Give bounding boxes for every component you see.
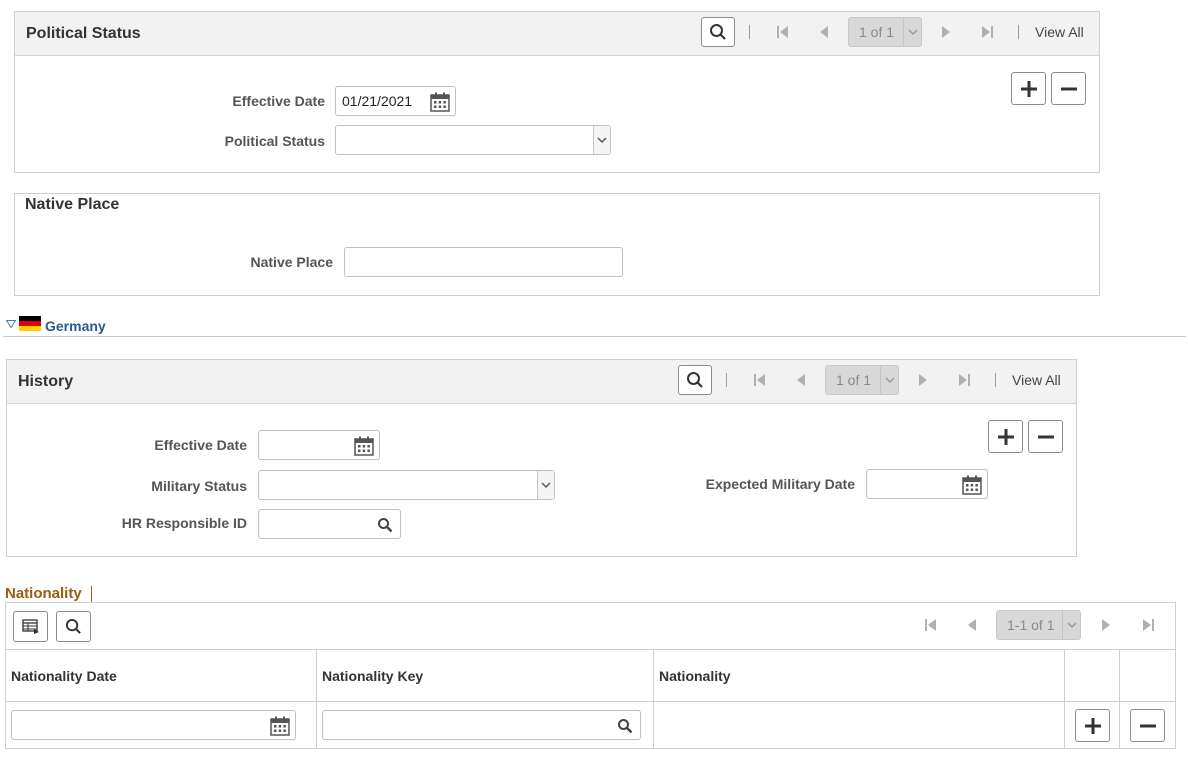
political-status-group: Political Status 1 of 1 View All Effecti… <box>14 11 1100 173</box>
nationality-grid: 1-1 of 1 Nationality Date Nationality Ke… <box>5 602 1176 749</box>
chevron-down-icon <box>880 366 898 394</box>
title-cursor-bar <box>91 586 92 602</box>
political-status-select[interactable] <box>335 125 611 155</box>
nav-separator <box>749 25 750 39</box>
column-header-nationality[interactable]: Nationality <box>659 668 731 684</box>
native-place-group: Native Place Native Place <box>14 193 1100 296</box>
search-icon <box>687 372 703 388</box>
delete-row-button[interactable] <box>1051 72 1086 105</box>
previous-page-icon[interactable] <box>818 25 830 39</box>
delete-row-button[interactable] <box>1130 709 1165 742</box>
next-page-icon[interactable] <box>1100 618 1112 632</box>
calendar-icon[interactable] <box>354 436 374 456</box>
section-divider <box>3 336 1186 337</box>
plus-icon <box>1020 80 1037 97</box>
nationality-key-field[interactable] <box>322 710 641 740</box>
column-divider <box>654 702 1065 748</box>
search-button[interactable] <box>678 365 712 395</box>
add-row-button[interactable] <box>1011 72 1046 105</box>
plus-icon <box>1084 717 1101 734</box>
chevron-down-icon <box>537 471 554 499</box>
chevron-down-icon <box>1062 611 1080 639</box>
next-page-icon[interactable] <box>940 25 952 39</box>
column-header-nationality-key[interactable]: Nationality Key <box>322 668 423 684</box>
expected-military-date-label: Expected Military Date <box>705 476 855 492</box>
table-row <box>6 702 1175 748</box>
native-place-field[interactable] <box>344 247 623 277</box>
find-in-grid-button[interactable] <box>56 611 91 642</box>
column-divider <box>1065 650 1120 702</box>
collapse-triangle-icon[interactable] <box>6 320 16 328</box>
nav-separator <box>726 373 727 387</box>
grid-header-row: Nationality Date Nationality Key Nationa… <box>6 649 1175 702</box>
hr-responsible-field[interactable] <box>258 509 401 539</box>
first-page-icon[interactable] <box>753 373 767 387</box>
nav-separator <box>1018 25 1019 39</box>
chevron-down-icon <box>903 18 921 46</box>
delete-row-button[interactable] <box>1028 420 1063 453</box>
calendar-icon[interactable] <box>430 92 450 112</box>
plus-icon <box>997 428 1014 445</box>
page-selector[interactable]: 1 of 1 <box>848 17 922 47</box>
page-selector[interactable]: 1-1 of 1 <box>996 610 1081 640</box>
history-group: History 1 of 1 View All Effective Date M… <box>6 359 1077 557</box>
view-all-link[interactable]: View All <box>1035 24 1084 40</box>
nav-separator <box>995 373 996 387</box>
last-page-icon[interactable] <box>1141 618 1155 632</box>
add-row-button[interactable] <box>988 420 1023 453</box>
native-place-title: Native Place <box>25 196 120 213</box>
add-row-button[interactable] <box>1075 709 1110 742</box>
previous-page-icon[interactable] <box>795 373 807 387</box>
page-indicator: 1-1 of 1 <box>1007 617 1055 633</box>
next-page-icon[interactable] <box>917 373 929 387</box>
search-button[interactable] <box>701 17 735 47</box>
previous-page-icon[interactable] <box>966 618 978 632</box>
lookup-search-icon[interactable] <box>377 517 393 533</box>
political-status-title: Political Status <box>26 25 141 42</box>
effective-date-label: Effective Date <box>154 437 247 453</box>
effective-date-field[interactable]: 01/21/2021 <box>335 86 456 116</box>
native-place-label: Native Place <box>250 254 334 270</box>
first-page-icon[interactable] <box>924 618 938 632</box>
minus-icon <box>1037 435 1054 438</box>
page-indicator: 1 of 1 <box>836 372 872 388</box>
history-header: History 1 of 1 View All <box>7 360 1076 404</box>
search-icon <box>710 24 726 40</box>
germany-flag-icon <box>19 316 41 331</box>
nationality-date-field[interactable] <box>11 710 296 740</box>
history-title: History <box>18 373 74 390</box>
minus-icon <box>1139 724 1156 727</box>
nationality-title: Nationality <box>5 585 82 602</box>
personalize-grid-button[interactable] <box>13 611 48 642</box>
germany-section-link[interactable]: Germany <box>45 318 106 334</box>
last-page-icon[interactable] <box>980 25 994 39</box>
page-selector[interactable]: 1 of 1 <box>825 365 899 395</box>
lookup-search-icon[interactable] <box>617 718 633 734</box>
military-status-label: Military Status <box>151 478 247 494</box>
political-status-label: Political Status <box>224 133 325 149</box>
expected-military-date-field[interactable] <box>866 469 988 499</box>
chevron-down-icon <box>593 126 610 154</box>
grid-settings-icon <box>21 618 39 634</box>
last-page-icon[interactable] <box>957 373 971 387</box>
page-indicator: 1 of 1 <box>859 24 895 40</box>
calendar-icon[interactable] <box>270 716 290 736</box>
political-status-header: Political Status 1 of 1 View All <box>15 12 1099 56</box>
military-status-select[interactable] <box>258 470 555 500</box>
minus-icon <box>1060 87 1077 90</box>
hr-responsible-label: HR Responsible ID <box>121 515 247 531</box>
search-icon <box>65 618 81 634</box>
view-all-link[interactable]: View All <box>1012 372 1061 388</box>
calendar-icon[interactable] <box>962 475 982 495</box>
first-page-icon[interactable] <box>776 25 790 39</box>
effective-date-label: Effective Date <box>232 93 325 109</box>
column-header-nationality-date[interactable]: Nationality Date <box>11 668 117 684</box>
effective-date-field[interactable] <box>258 430 380 460</box>
